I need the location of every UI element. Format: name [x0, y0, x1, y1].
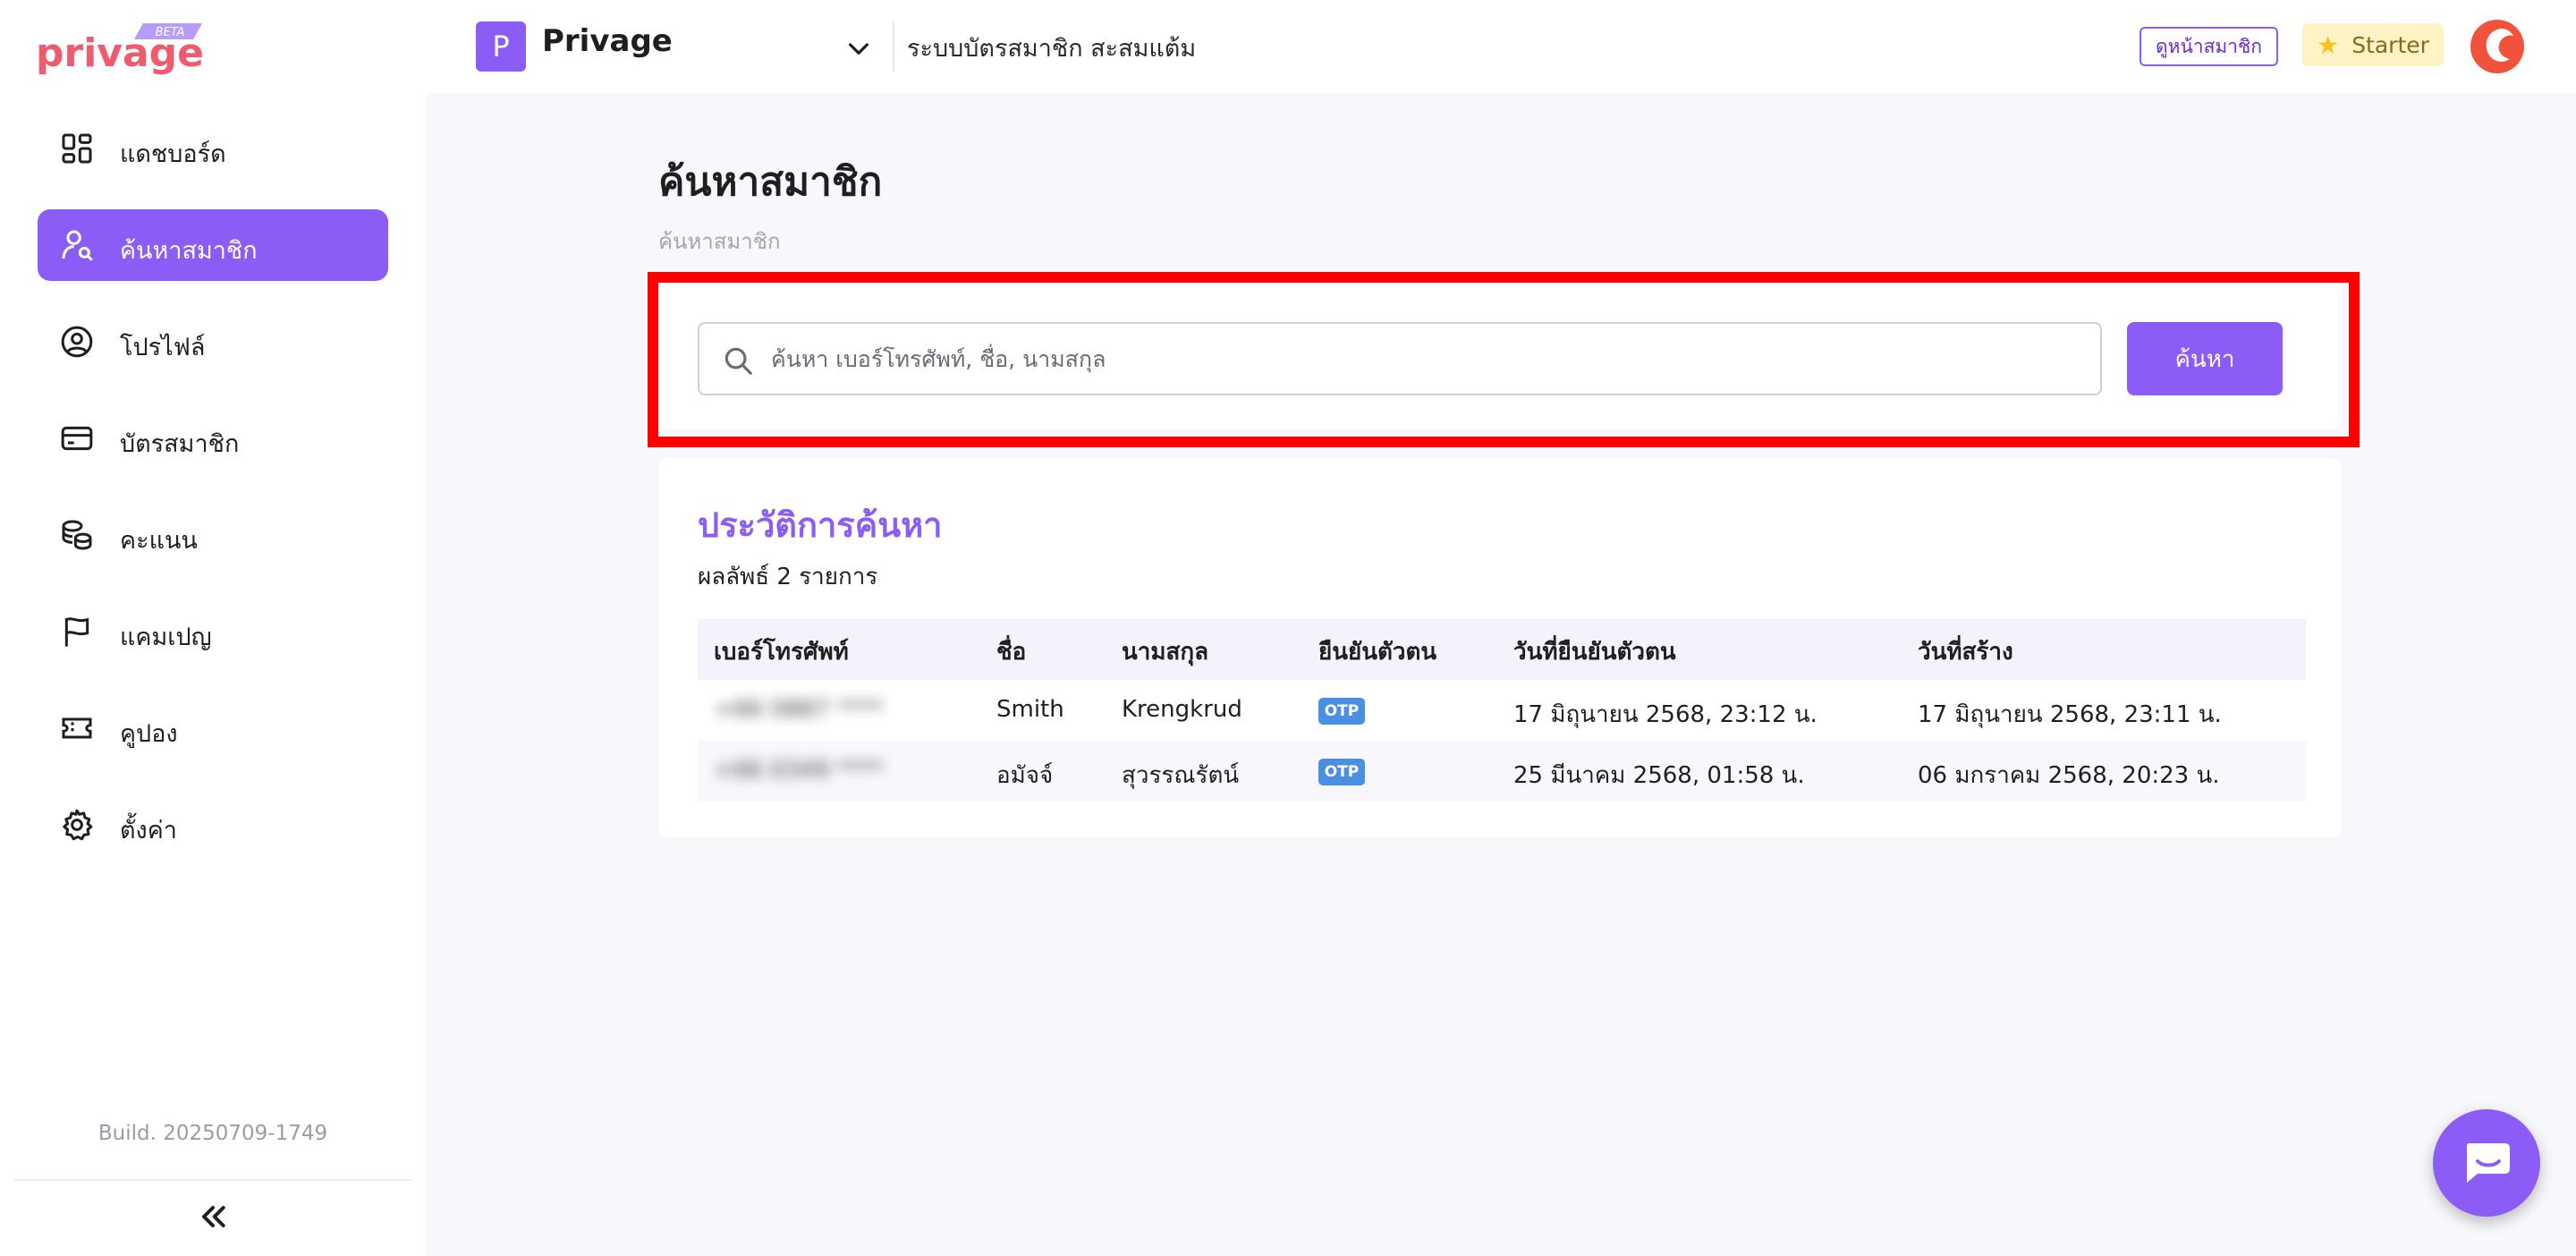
page-title: ค้นหาสมาชิก [658, 159, 883, 205]
sidebar-divider [14, 1179, 411, 1181]
table-header: เบอร์โทรศัพท์ ชื่อ นามสกุล ยืนยันตัวตน ว… [698, 619, 2306, 680]
created-date-cell: 06 มกราคม 2568, 20:23 น. [1918, 762, 2220, 789]
workspace-description: ระบบบัตรสมาชิก สะสมแต้ม [907, 35, 1197, 63]
sidebar-item-label: ตั้งค่า [120, 817, 177, 844]
sidebar-item-label: คะแนน [120, 527, 198, 555]
sidebar-item-label: โปรไฟล์ [120, 334, 206, 361]
otp-badge: OTP [1318, 759, 1365, 785]
search-history-table: เบอร์โทรศัพท์ ชื่อ นามสกุล ยืนยันตัวตน ว… [698, 619, 2306, 802]
search-history-title: ประวัติการค้นหา [698, 505, 943, 545]
column-header: วันที่สร้าง [1918, 639, 2013, 666]
column-header: เบอร์โทรศัพท์ [714, 639, 849, 666]
header-divider [893, 21, 894, 72]
search-icon [724, 347, 752, 375]
sidebar-item-label: ค้นหาสมาชิก [120, 237, 258, 265]
sidebar-item-dashboard[interactable]: แดชบอร์ด [38, 113, 388, 184]
first-name-cell: อมัจจ์ [996, 762, 1054, 789]
chat-button[interactable] [2433, 1109, 2540, 1217]
first-name-cell: Smith [996, 696, 1064, 723]
otp-badge: OTP [1318, 698, 1365, 725]
search-button[interactable]: ค้นหา [2127, 322, 2283, 395]
logo-text: privage [36, 30, 204, 75]
workspace-badge[interactable]: P [476, 21, 526, 72]
created-date-cell: 17 มิถุนายน 2568, 23:11 น. [1918, 701, 2222, 728]
sidebar-item-label: บัตรสมาชิก [120, 430, 240, 458]
verified-date-cell: 17 มิถุนายน 2568, 23:12 น. [1513, 701, 1818, 728]
card-icon [61, 426, 93, 451]
profile-icon [61, 326, 93, 358]
member-page-link[interactable]: ดูหน้าสมาชิก [2140, 27, 2278, 66]
top-bar: BETA privage P Privage ระบบบัตรสมาชิก สะ… [0, 0, 2576, 93]
sidebar-item-label: คูปอง [120, 720, 178, 748]
flag-icon [64, 617, 89, 647]
collapse-sidebar-icon[interactable] [195, 1199, 231, 1235]
avatar[interactable] [2469, 18, 2526, 75]
chat-icon [2467, 1143, 2510, 1183]
last-name-cell: สุวรรณรัตน์ [1122, 762, 1240, 789]
last-name-cell: Krengkrud [1122, 696, 1242, 723]
workspace-name[interactable]: Privage [542, 23, 673, 59]
plan-label: Starter [2351, 31, 2429, 58]
search-input[interactable] [771, 326, 2077, 392]
user-search-icon [62, 230, 93, 261]
plan-badge[interactable]: ★ Starter [2302, 23, 2444, 66]
ticket-icon [62, 717, 92, 739]
column-header: ยืนยันตัวตน [1318, 639, 1437, 666]
sidebar-item-label: แคมเปญ [120, 624, 212, 651]
breadcrumb: ค้นหาสมาชิก [658, 229, 781, 254]
phone-cell: +66 0887 **** [714, 696, 884, 723]
sidebar: แดชบอร์ด ค้นหาสมาชิก โปรไฟล์ บัตรสมาชิก … [0, 93, 426, 1256]
gear-icon [63, 809, 93, 841]
sidebar-item-member-search[interactable]: ค้นหาสมาชิก [38, 209, 388, 281]
star-icon: ★ [2317, 30, 2340, 60]
column-header: วันที่ยืนยันตัวตน [1513, 639, 1676, 666]
table-row[interactable]: +66 0887 **** Smith Krengkrud OTP 17 มิถ… [698, 680, 2306, 741]
sidebar-item-points[interactable]: คะแนน [38, 499, 388, 571]
result-count: ผลลัพธ์ 2 รายการ [698, 564, 878, 590]
sidebar-item-campaign[interactable]: แคมเปญ [38, 596, 388, 667]
coins-icon [62, 520, 92, 550]
column-header: นามสกุล [1122, 639, 1209, 666]
table-row[interactable]: +66 0349 **** อมัจจ์ สุวรรณรัตน์ OTP 25 … [698, 741, 2306, 802]
sidebar-item-member-card[interactable]: บัตรสมาชิก [38, 403, 388, 474]
build-version: Build. 20250709-1749 [97, 1122, 328, 1145]
sidebar-item-label: แดชบอร์ด [120, 140, 226, 168]
sidebar-item-settings[interactable]: ตั้งค่า [38, 789, 388, 861]
verified-date-cell: 25 มีนาคม 2568, 01:58 น. [1513, 762, 1805, 789]
phone-cell: +66 0349 **** [714, 757, 884, 784]
chevron-down-icon[interactable] [844, 34, 873, 63]
privage-logo[interactable]: BETA privage [36, 16, 206, 75]
dashboard-icon [62, 133, 92, 164]
column-header: ชื่อ [996, 639, 1027, 666]
sidebar-item-coupon[interactable]: คูปอง [38, 692, 388, 764]
search-field[interactable] [698, 322, 2102, 395]
sidebar-item-profile[interactable]: โปรไฟล์ [38, 306, 388, 378]
